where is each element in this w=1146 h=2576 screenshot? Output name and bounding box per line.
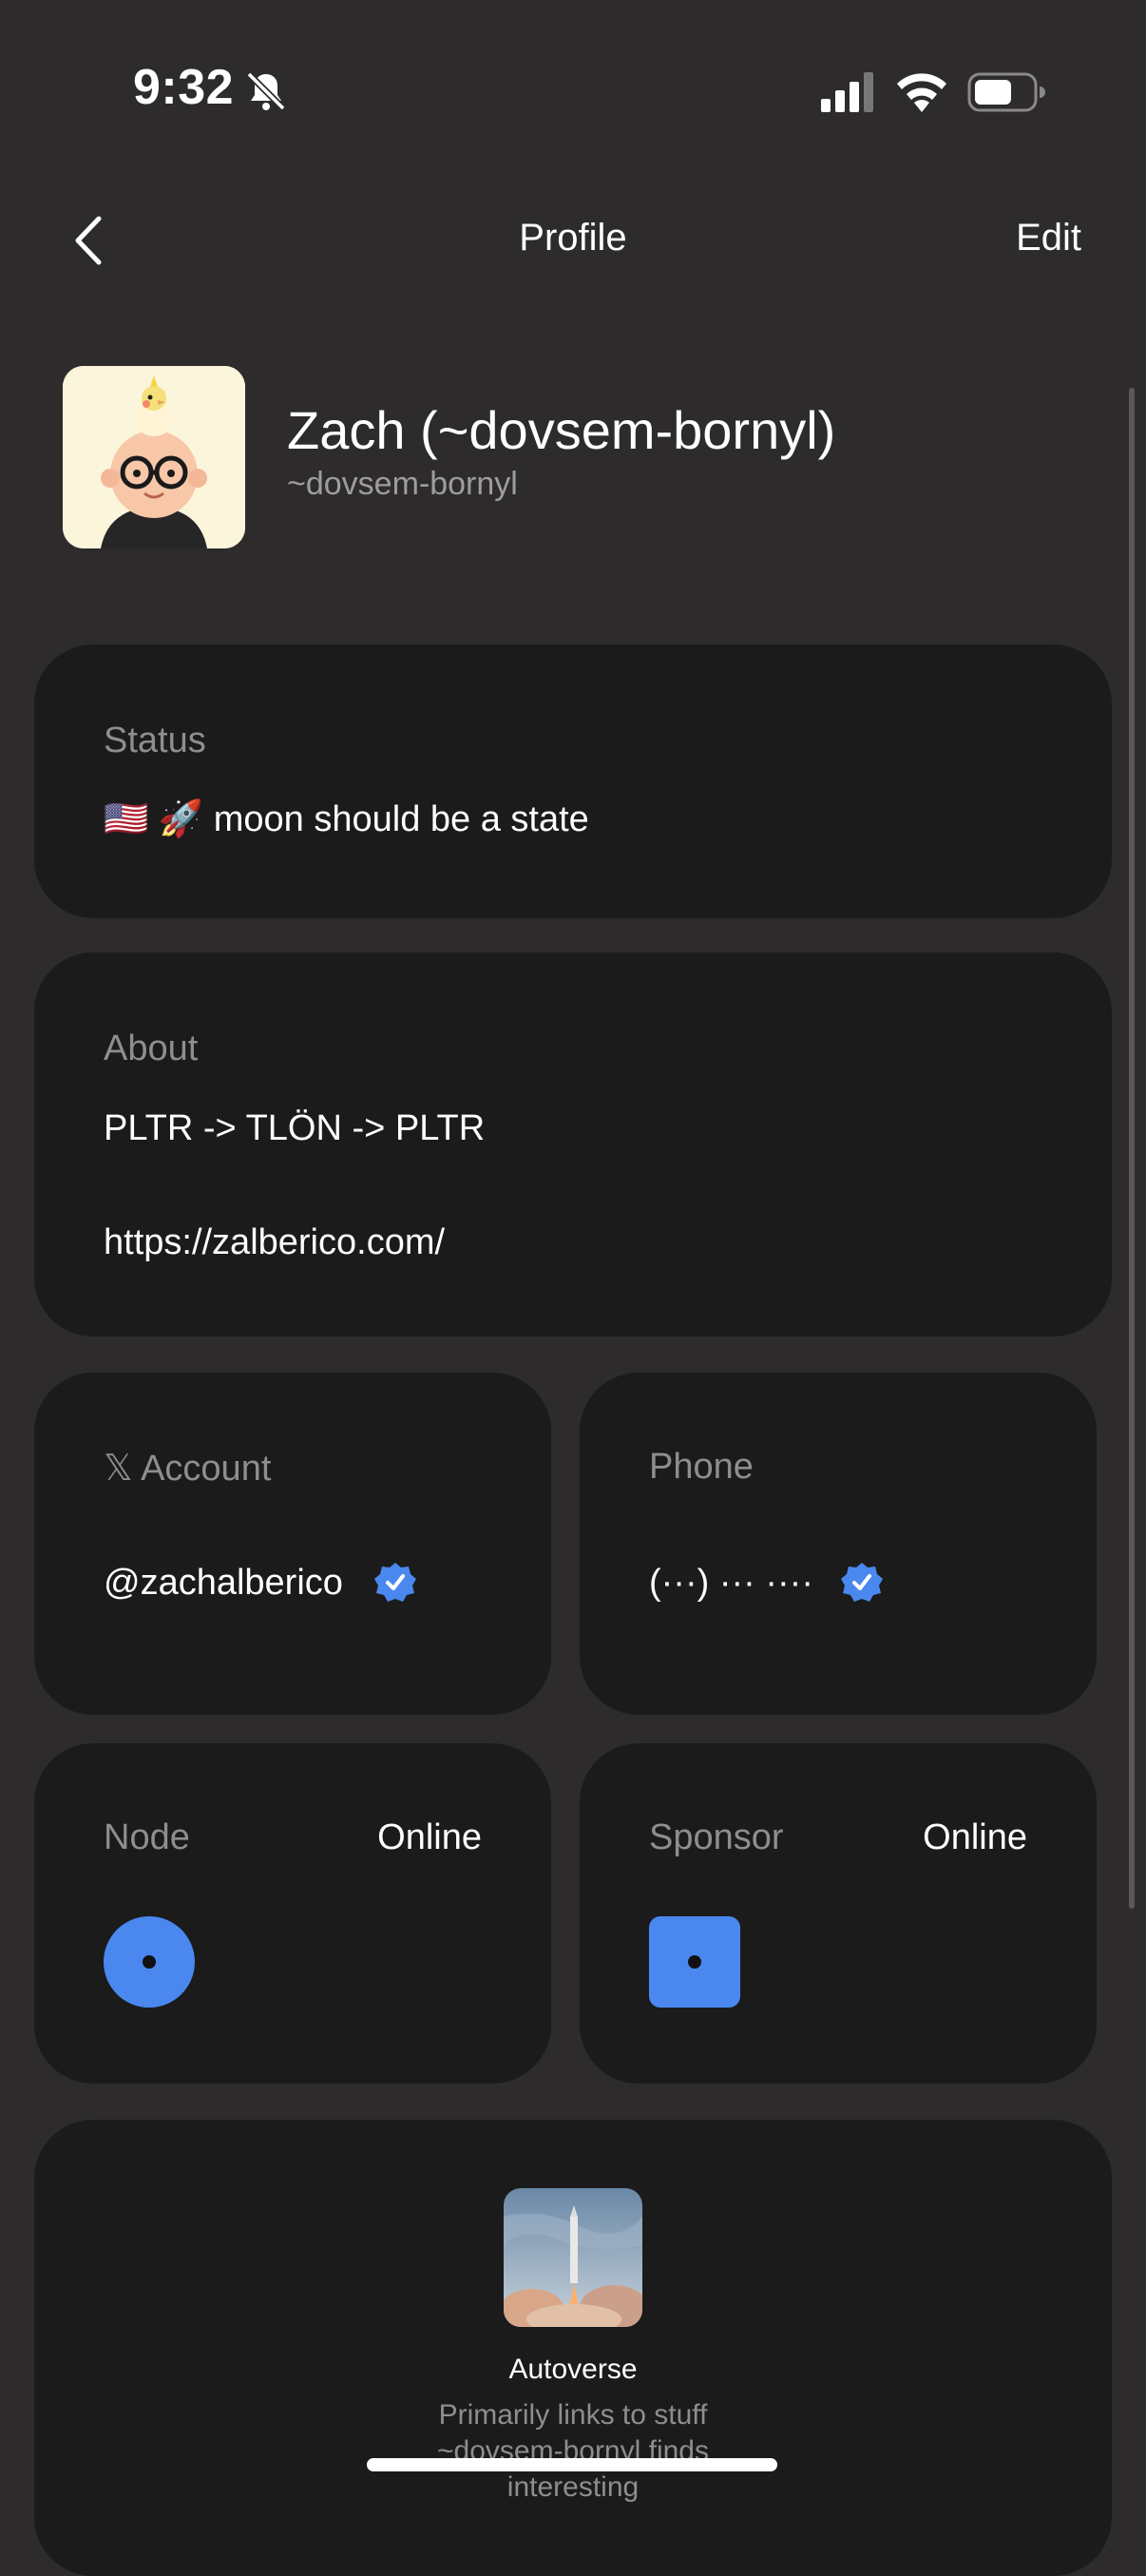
cellular-signal-icon [821, 72, 873, 112]
home-indicator[interactable] [367, 2458, 777, 2471]
about-link[interactable]: https://zalberico.com/ [104, 1222, 445, 1263]
node-sigil [104, 1916, 195, 2008]
node-status: Online [377, 1817, 482, 1857]
status-label: Status [104, 721, 206, 760]
group-image[interactable] [504, 2188, 642, 2327]
sponsor-status: Online [923, 1817, 1027, 1857]
about-label: About [104, 1028, 199, 1068]
sponsor-sigil [649, 1916, 740, 2008]
phone-label: Phone [649, 1447, 754, 1487]
x-account-value: @zachalberico [104, 1563, 343, 1603]
handle: ~dovsem-bornyl [287, 466, 518, 502]
rocket-launch-image [504, 2188, 642, 2327]
page-title: Profile [519, 217, 627, 259]
group-title: Autoverse [508, 2354, 638, 2385]
display-name: Zach (~dovsem-bornyl) [287, 400, 836, 460]
group-description: Primarily links to stuff ~dovsem-bornyl … [437, 2399, 709, 2503]
about-card[interactable]: About PLTR -> TLÖN -> PLTR https://zalbe… [34, 952, 1112, 1336]
phone-card[interactable]: Phone (···) ··· ···· [580, 1373, 1097, 1715]
wifi-icon [897, 73, 946, 112]
avatar[interactable] [63, 366, 245, 548]
status-time: 9:32 [133, 60, 235, 115]
verified-check-icon [374, 1563, 416, 1602]
bell-slash-icon [246, 71, 286, 111]
x-account-card[interactable]: 𝕏 Account @zachalberico [34, 1373, 551, 1715]
status-text: 🇺🇸 🚀 moon should be a state [104, 799, 589, 839]
phone-value: (···) ··· ···· [649, 1563, 813, 1603]
sponsor-label: Sponsor [649, 1817, 784, 1857]
scrollbar[interactable] [1129, 388, 1135, 1909]
x-account-label: 𝕏 Account [104, 1449, 272, 1489]
about-bio: PLTR -> TLÖN -> PLTR [104, 1108, 486, 1148]
sponsor-card[interactable]: Sponsor Online [580, 1743, 1097, 2084]
node-card[interactable]: Node Online [34, 1743, 551, 2084]
node-label: Node [104, 1817, 190, 1857]
node-sigil-dot [143, 1955, 156, 1969]
avatar-illustration [63, 366, 245, 548]
status-card[interactable]: Status 🇺🇸 🚀 moon should be a state [34, 644, 1112, 918]
battery-icon [967, 72, 1045, 112]
edit-button[interactable]: Edit [1016, 217, 1081, 260]
sponsor-sigil-dot [688, 1955, 701, 1969]
verified-check-icon [841, 1563, 883, 1602]
